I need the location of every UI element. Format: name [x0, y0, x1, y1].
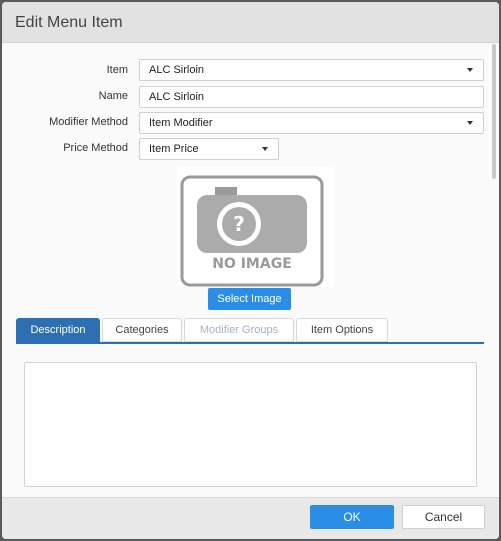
dialog-header: Edit Menu Item [2, 2, 499, 43]
modifier-method-label: Modifier Method [49, 116, 128, 128]
svg-text:?: ? [233, 212, 245, 236]
price-method-value: Item Price [149, 143, 199, 155]
chevron-down-icon [467, 68, 473, 72]
modifier-method-value: Item Modifier [149, 117, 213, 129]
chevron-down-icon [467, 121, 473, 125]
select-image-button[interactable]: Select Image [208, 288, 291, 310]
edit-menu-item-dialog: Edit Menu Item Item ALC Sirloin Name ALC… [2, 2, 499, 539]
tab-modifier-groups: Modifier Groups [184, 318, 294, 342]
name-label: Name [98, 90, 128, 102]
ok-button[interactable]: OK [310, 505, 394, 529]
item-image: ? NO IMAGE [177, 167, 334, 287]
tab-item-options[interactable]: Item Options [296, 318, 388, 342]
item-select[interactable]: ALC Sirloin [139, 59, 484, 81]
tab-categories[interactable]: Categories [102, 318, 182, 342]
price-method-select[interactable]: Item Price [139, 138, 279, 160]
dialog-title: Edit Menu Item [15, 14, 123, 31]
tab-underline [16, 342, 484, 344]
chevron-down-icon [262, 147, 268, 151]
no-image-text: NO IMAGE [212, 256, 292, 272]
description-textarea[interactable] [24, 362, 477, 487]
price-method-label: Price Method [63, 142, 128, 154]
item-select-value: ALC Sirloin [149, 64, 205, 76]
name-input[interactable]: ALC Sirloin [139, 86, 484, 108]
cancel-button[interactable]: Cancel [402, 505, 485, 529]
scrollbar[interactable] [492, 44, 496, 179]
modifier-method-select[interactable]: Item Modifier [139, 112, 484, 134]
name-input-value: ALC Sirloin [149, 91, 205, 103]
tab-description[interactable]: Description [16, 318, 100, 342]
item-label: Item [106, 64, 128, 76]
